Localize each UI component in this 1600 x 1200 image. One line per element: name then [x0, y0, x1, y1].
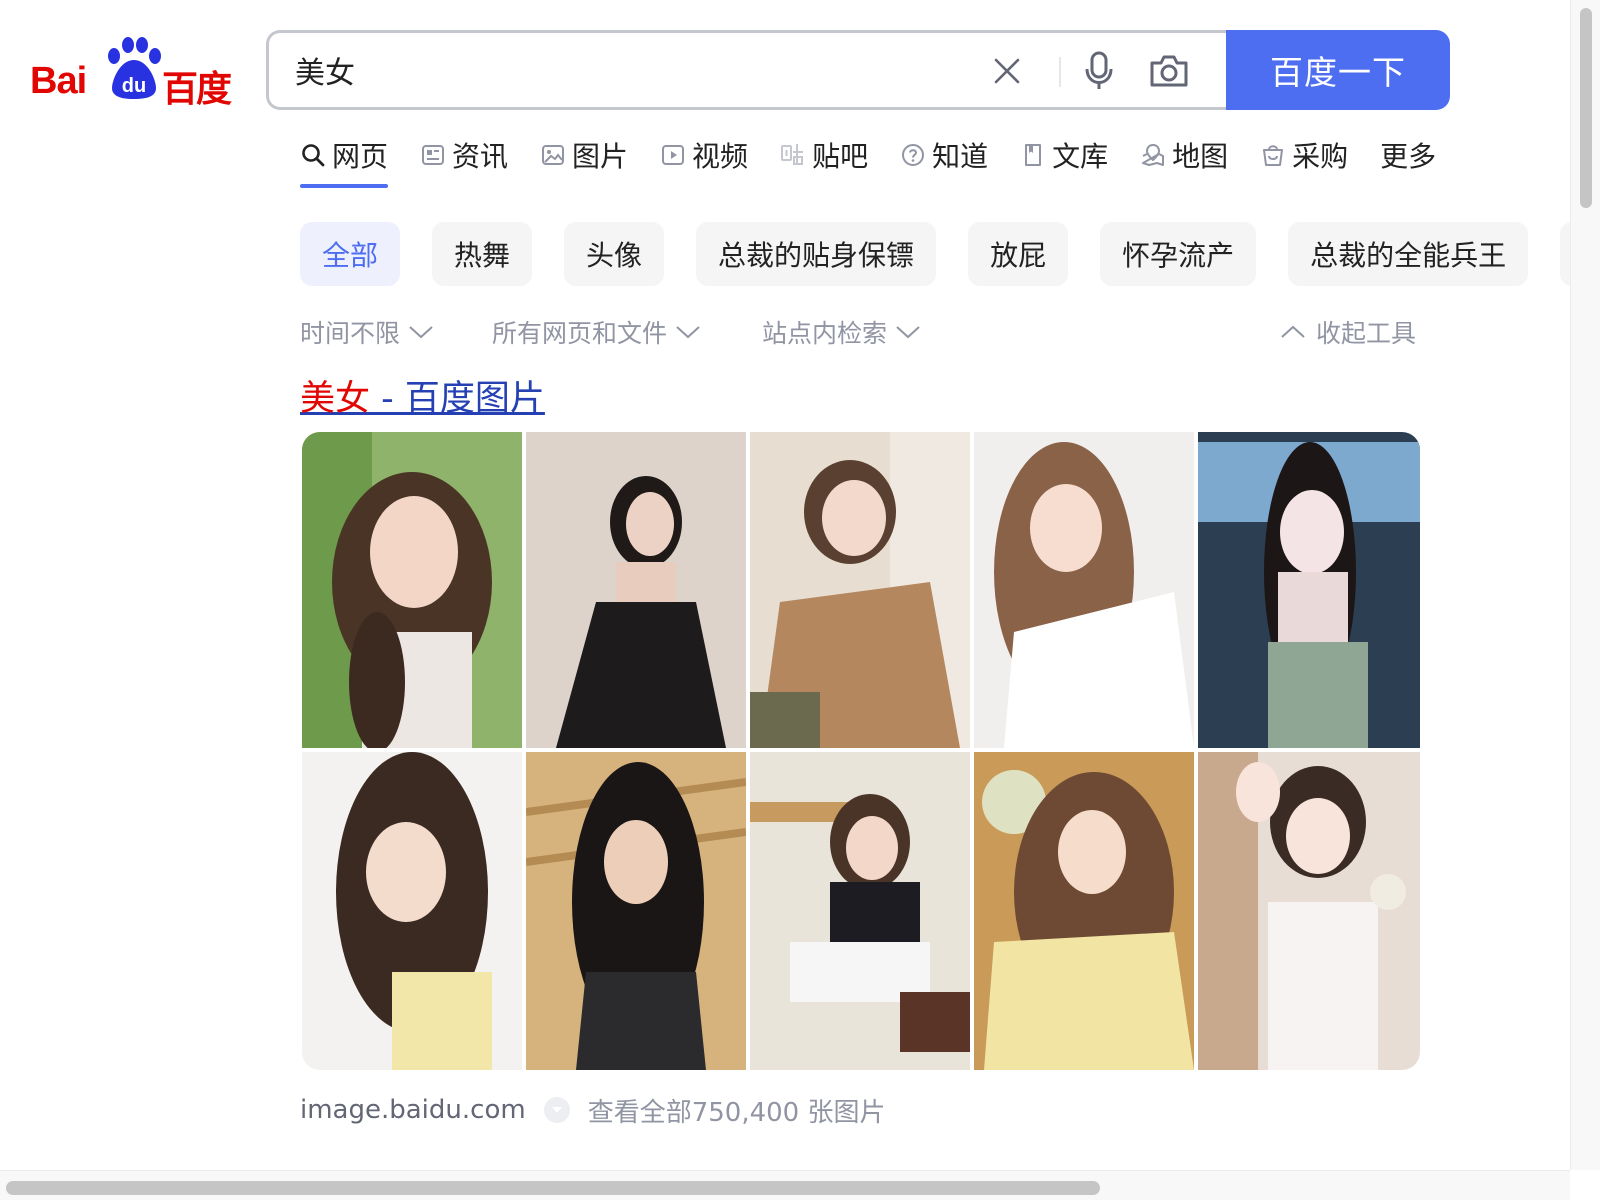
microphone-icon[interactable]: [1077, 49, 1121, 93]
document-icon: [1020, 142, 1046, 168]
result-title-highlight: 美女: [300, 379, 371, 419]
view-all-images-link[interactable]: 查看全部750,400 张图片: [588, 1092, 886, 1129]
chip-item[interactable]: 头像: [564, 222, 665, 286]
related-chips: 全部 热舞 头像 总裁的贴身保镖 放屁 怀孕流产 总裁的全能兵王 拉: [300, 222, 1570, 286]
chevron-down-icon: [676, 326, 700, 339]
tab-label: 网页: [332, 140, 389, 173]
tab-wenku[interactable]: 文库: [1020, 132, 1108, 178]
baidu-logo[interactable]: Bai du 百度: [30, 36, 236, 110]
question-icon: [900, 142, 926, 168]
paw-logo-text: du: [122, 75, 146, 97]
vertical-nav: 网页 资讯 图片 视频 贴吧 知道 文库 地图 采购 更多: [300, 132, 1468, 192]
tab-label: 地图: [1172, 140, 1229, 173]
tab-more[interactable]: 更多: [1380, 132, 1436, 178]
chevron-down-icon: [896, 326, 920, 339]
tab-label: 文库: [1052, 140, 1109, 173]
chip-item[interactable]: 总裁的贴身保镖: [696, 222, 937, 286]
vertical-scrollbar[interactable]: [1570, 0, 1600, 1170]
image-thumbnail[interactable]: [526, 432, 746, 748]
tab-news[interactable]: 资讯: [420, 132, 508, 178]
collapse-tools-label: 收起工具: [1316, 319, 1417, 348]
tieba-icon: [780, 142, 806, 168]
chip-item[interactable]: 放屁: [968, 222, 1069, 286]
video-icon: [660, 142, 686, 168]
vertical-scroll-thumb[interactable]: [1580, 8, 1592, 208]
result-source: image.baidu.com 查看全部750,400 张图片: [300, 1090, 885, 1130]
result-title-link[interactable]: 美女 - 百度图片: [300, 370, 545, 421]
search-box: [266, 30, 1228, 110]
time-filter-label: 时间不限: [300, 319, 401, 348]
image-thumbnail[interactable]: [302, 752, 522, 1070]
logo-chinese-text: 百度: [162, 69, 232, 110]
search-tools: 时间不限 所有网页和文件 站点内检索 收起工具: [300, 314, 1420, 354]
chevron-down-icon[interactable]: [543, 1097, 570, 1123]
tab-label: 资讯: [452, 140, 509, 173]
image-thumbnail[interactable]: [302, 432, 522, 748]
image-thumbnail[interactable]: [1198, 432, 1420, 748]
tab-map[interactable]: 地图: [1140, 132, 1228, 178]
tab-label: 视频: [692, 140, 749, 173]
image-grid: [302, 432, 1420, 1070]
tab-label: 图片: [572, 140, 629, 173]
chevron-down-icon: [409, 326, 433, 339]
clear-icon[interactable]: [985, 49, 1029, 93]
image-thumbnail[interactable]: [1198, 752, 1420, 1070]
tab-label: 贴吧: [812, 140, 869, 173]
time-filter-dropdown[interactable]: 时间不限: [300, 314, 434, 350]
image-thumbnail[interactable]: [750, 432, 970, 748]
tab-webpage[interactable]: 网页: [300, 132, 389, 188]
chip-item[interactable]: 总裁的全能兵王: [1288, 222, 1529, 286]
logo-latin-text: Bai: [30, 60, 87, 102]
filetype-filter-dropdown[interactable]: 所有网页和文件: [492, 314, 701, 350]
tab-video[interactable]: 视频: [660, 132, 748, 178]
tab-purchase[interactable]: 采购: [1260, 132, 1348, 178]
map-icon: [1140, 142, 1166, 168]
site-search-dropdown[interactable]: 站点内检索: [762, 314, 921, 350]
horizontal-scrollbar[interactable]: [0, 1170, 1570, 1200]
collapse-tools-button[interactable]: 收起工具: [1280, 314, 1416, 350]
site-search-label: 站点内检索: [762, 319, 888, 348]
image-icon: [540, 142, 566, 168]
image-thumbnail[interactable]: [974, 432, 1194, 748]
tab-label: 更多: [1380, 140, 1437, 173]
tab-zhidao[interactable]: 知道: [900, 132, 988, 178]
tab-tieba[interactable]: 贴吧: [780, 132, 868, 178]
tab-label: 知道: [932, 140, 989, 173]
result-title-rest: - 百度图片: [370, 379, 545, 419]
shopping-bag-icon: [1260, 142, 1286, 168]
image-thumbnail[interactable]: [526, 752, 746, 1070]
chevron-up-icon: [1281, 325, 1305, 338]
tab-images[interactable]: 图片: [540, 132, 628, 178]
filetype-filter-label: 所有网页和文件: [492, 319, 668, 348]
image-thumbnail[interactable]: [974, 752, 1194, 1070]
search-divider: [1059, 57, 1061, 87]
camera-icon[interactable]: [1147, 49, 1191, 93]
source-domain: image.baidu.com: [300, 1095, 526, 1125]
chip-item[interactable]: 怀孕流产: [1100, 222, 1257, 286]
tab-label: 采购: [1292, 140, 1349, 173]
horizontal-scroll-thumb[interactable]: [6, 1181, 1100, 1195]
paw-logo-icon: du: [108, 37, 161, 99]
news-icon: [420, 142, 446, 168]
image-thumbnail[interactable]: [750, 752, 970, 1070]
chip-item[interactable]: 拉: [1560, 222, 1570, 286]
chip-all[interactable]: 全部: [300, 222, 401, 286]
search-icon: [300, 142, 326, 168]
search-input[interactable]: [295, 47, 975, 93]
chip-item[interactable]: 热舞: [432, 222, 533, 286]
search-button[interactable]: 百度一下: [1226, 30, 1450, 110]
